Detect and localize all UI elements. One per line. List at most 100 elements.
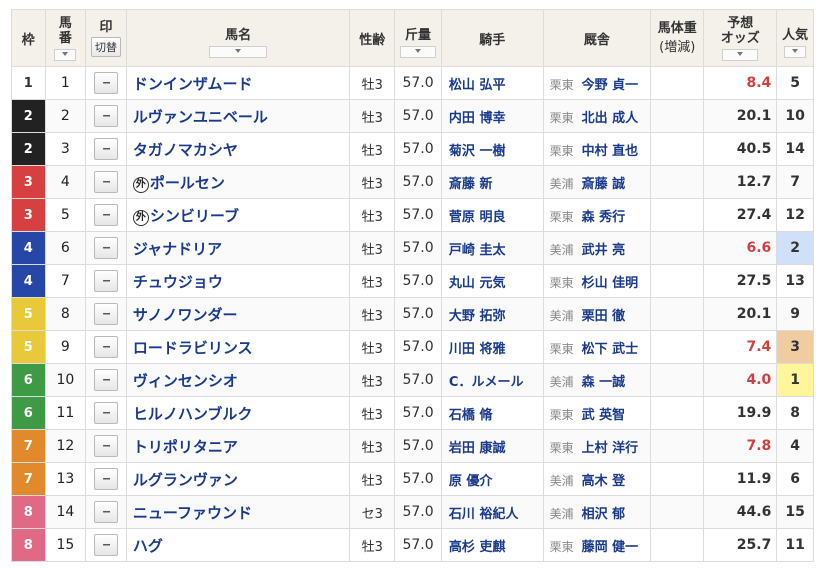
body-weight (650, 396, 705, 430)
horse-name-cell[interactable]: トリポリタニア (125, 429, 351, 463)
popularity-rank: 6 (776, 462, 814, 496)
horse-name-cell[interactable]: ハグ (125, 528, 351, 562)
trainer-region: 美浦 (549, 242, 574, 257)
jockey-link[interactable]: 斎藤 新 (440, 165, 544, 199)
trainer-link[interactable]: 武井 亮 (582, 243, 626, 258)
horse-name-cell[interactable]: 外ポールセン (125, 165, 351, 199)
trainer-link[interactable]: 今野 貞一 (582, 78, 639, 93)
horse-name-cell[interactable]: ロードラビリンス (125, 330, 351, 364)
horse-name-link[interactable]: サノノワンダー (133, 306, 238, 324)
horse-name-link[interactable]: ジャナドリア (133, 240, 222, 258)
sort-umaban-button[interactable] (54, 48, 77, 61)
horse-name-cell[interactable]: 外シンビリーブ (125, 198, 351, 232)
jockey-link[interactable]: 戸崎 圭太 (440, 231, 544, 265)
horse-name-cell[interactable]: ルヴァンユニベール (125, 99, 351, 133)
trainer-link[interactable]: 松下 武士 (582, 342, 639, 357)
trainer-cell: 栗東 藤岡 健一 (542, 528, 652, 562)
table-row: 8 14 -- ニューファウンド セ3 57.0 石川 裕紀人 美浦 相沢 郁 44.6 15 (11, 495, 814, 529)
mark-select-button[interactable]: -- (94, 204, 119, 226)
jockey-link[interactable]: 原 優介 (440, 462, 544, 496)
trainer-link[interactable]: 森 秀行 (582, 210, 626, 225)
mark-select-button[interactable]: -- (94, 171, 119, 193)
jockey-link[interactable]: C．ルメール (440, 363, 544, 397)
header-odds[interactable]: 予想 オッズ (703, 9, 778, 67)
mark-select-button[interactable]: -- (94, 72, 119, 94)
jockey-link[interactable]: 菅原 明良 (440, 198, 544, 232)
body-weight (650, 198, 705, 232)
mark-select-button[interactable]: -- (94, 468, 119, 490)
horse-name-cell[interactable]: チュウジョウ (125, 264, 351, 298)
trainer-link[interactable]: 上村 洋行 (582, 441, 639, 456)
body-weight (650, 132, 705, 166)
header-horse-name[interactable]: 馬名 (125, 9, 351, 67)
jockey-link[interactable]: 岩田 康誠 (440, 429, 544, 463)
horse-name-cell[interactable]: ニューファウンド (125, 495, 351, 529)
frame-number: 5 (11, 330, 46, 364)
jockey-link[interactable]: 高杉 吏麒 (440, 528, 544, 562)
horse-name-link[interactable]: ドンインザムード (133, 75, 253, 93)
horse-name-link[interactable]: ヒルノハンブルク (133, 405, 253, 423)
mark-select-button[interactable]: -- (94, 303, 119, 325)
trainer-link[interactable]: 栗田 徹 (582, 309, 626, 324)
trainer-link[interactable]: 北出 成人 (582, 111, 639, 126)
jockey-link[interactable]: 菊沢 一樹 (440, 132, 544, 166)
jockey-link[interactable]: 石橋 脩 (440, 396, 544, 430)
trainer-link[interactable]: 中村 直也 (582, 144, 639, 159)
jockey-link[interactable]: 丸山 元気 (440, 264, 544, 298)
body-weight (650, 528, 705, 562)
frame-number: 4 (11, 264, 46, 298)
horse-name-link[interactable]: ロードラビリンス (133, 339, 253, 357)
horse-number: 13 (44, 462, 87, 496)
horse-name-cell[interactable]: ドンインザムード (125, 66, 351, 100)
sort-weight-button[interactable] (400, 46, 437, 58)
sort-odds-button[interactable] (722, 48, 759, 61)
trainer-link[interactable]: 高木 登 (582, 474, 626, 489)
horse-name-link[interactable]: チュウジョウ (133, 273, 223, 291)
table-header-row: 枠 馬 番 印 切替 馬名 性齢 斤量 騎手 厩舎 馬体重 (増減) 予想 オッ… (11, 9, 814, 67)
mark-select-button[interactable]: -- (94, 270, 119, 292)
trainer-link[interactable]: 森 一誠 (582, 375, 626, 390)
jockey-link[interactable]: 石川 裕紀人 (440, 495, 544, 529)
mark-select-button[interactable]: -- (94, 534, 119, 556)
header-umaban[interactable]: 馬 番 (44, 9, 87, 67)
horse-name-cell[interactable]: ヒルノハンブルク (125, 396, 351, 430)
mark-select-button[interactable]: -- (94, 237, 119, 259)
horse-name-cell[interactable]: タガノマカシヤ (125, 132, 351, 166)
horse-name-link[interactable]: ハグ (133, 537, 163, 555)
horse-name-link[interactable]: トリポリタニア (133, 438, 238, 456)
mark-select-button[interactable]: -- (94, 336, 119, 358)
horse-name-link[interactable]: ポールセン (150, 174, 225, 192)
trainer-link[interactable]: 武 英智 (582, 408, 626, 423)
mark-select-button[interactable]: -- (94, 501, 119, 523)
trainer-link[interactable]: 斎藤 誠 (582, 177, 626, 192)
jockey-link[interactable]: 川田 将雅 (440, 330, 544, 364)
mark-select-button[interactable]: -- (94, 105, 119, 127)
horse-name-link[interactable]: ヴィンセンシオ (133, 372, 238, 390)
horse-name-link[interactable]: シンビリーブ (150, 207, 239, 225)
horse-name-cell[interactable]: ルグランヴァン (125, 462, 351, 496)
header-weight[interactable]: 斤量 (394, 9, 442, 67)
mark-select-button[interactable]: -- (94, 435, 119, 457)
mark-select-button[interactable]: -- (94, 402, 119, 424)
horse-name-link[interactable]: ルヴァンユニベール (133, 108, 268, 126)
trainer-link[interactable]: 相沢 郁 (582, 507, 626, 522)
jockey-link[interactable]: 内田 博幸 (440, 99, 544, 133)
jockey-link[interactable]: 松山 弘平 (440, 66, 544, 100)
horse-name-cell[interactable]: ジャナドリア (125, 231, 351, 265)
horse-number: 11 (44, 396, 87, 430)
horse-name-link[interactable]: タガノマカシヤ (133, 141, 238, 159)
horse-name-cell[interactable]: サノノワンダー (125, 297, 351, 331)
header-popularity[interactable]: 人気 (776, 9, 814, 67)
trainer-link[interactable]: 藤岡 健一 (582, 540, 639, 555)
jockey-link[interactable]: 大野 拓弥 (440, 297, 544, 331)
mark-toggle-button[interactable]: 切替 (91, 36, 122, 57)
horse-name-link[interactable]: ニューファウンド (133, 504, 252, 522)
horse-number: 7 (44, 264, 87, 298)
mark-select-button[interactable]: -- (94, 138, 119, 160)
sort-horse-name-button[interactable] (209, 46, 268, 58)
mark-select-button[interactable]: -- (94, 369, 119, 391)
sort-popularity-button[interactable] (784, 46, 807, 58)
trainer-link[interactable]: 杉山 佳明 (582, 276, 639, 291)
horse-name-cell[interactable]: ヴィンセンシオ (125, 363, 351, 397)
horse-name-link[interactable]: ルグランヴァン (133, 471, 238, 489)
